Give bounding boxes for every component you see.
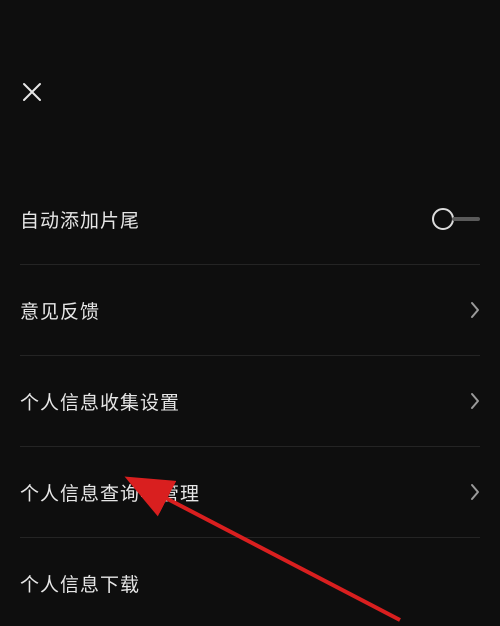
settings-list: 自动添加片尾 意见反馈 个人信息收集设置 个人信息查询与管理 (20, 174, 480, 626)
toggle-track (452, 217, 480, 221)
toggle-knob (432, 208, 454, 230)
item-label: 意见反馈 (20, 297, 100, 324)
item-auto-add-ending[interactable]: 自动添加片尾 (20, 174, 480, 265)
chevron-right-icon (470, 483, 480, 501)
item-label: 自动添加片尾 (20, 206, 140, 233)
close-icon[interactable] (20, 80, 480, 104)
toggle-auto-add-ending[interactable] (432, 208, 480, 230)
item-personal-info-query-manage[interactable]: 个人信息查询与管理 (20, 447, 480, 538)
chevron-right-icon (470, 301, 480, 319)
item-feedback[interactable]: 意见反馈 (20, 265, 480, 356)
chevron-right-icon (470, 392, 480, 410)
item-label: 个人信息下载 (20, 570, 140, 597)
item-personal-info-download[interactable]: 个人信息下载 (20, 538, 480, 626)
item-label: 个人信息收集设置 (20, 388, 180, 415)
item-personal-info-collection-settings[interactable]: 个人信息收集设置 (20, 356, 480, 447)
item-label: 个人信息查询与管理 (20, 479, 200, 506)
